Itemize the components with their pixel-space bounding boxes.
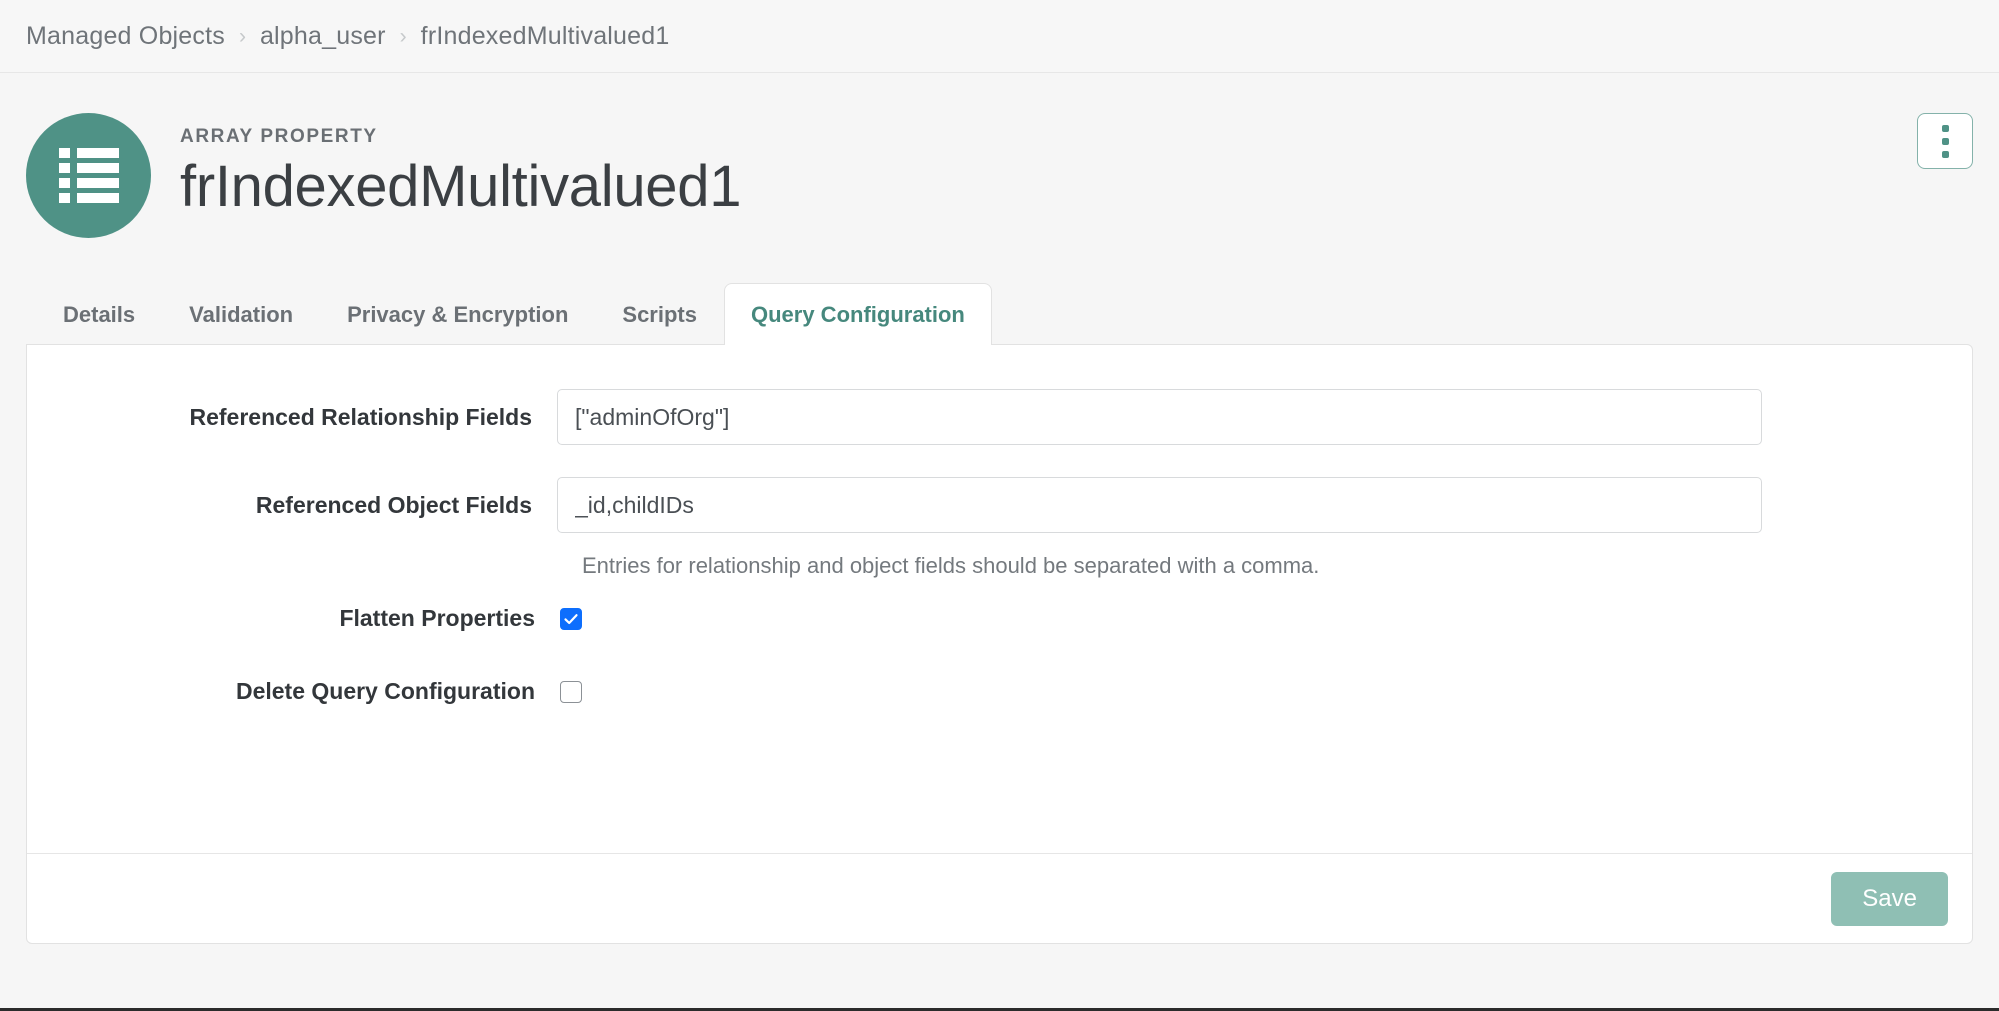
object-type-label: ARRAY PROPERTY <box>180 126 378 147</box>
referenced-object-fields-input[interactable] <box>557 477 1762 533</box>
flatten-properties-checkbox[interactable] <box>560 607 582 630</box>
tab-query-configuration[interactable]: Query Configuration <box>723 283 992 345</box>
kebab-dot <box>1941 124 1949 132</box>
breadcrumb-item-managed-objects[interactable]: Managed Objects <box>26 22 225 51</box>
kebab-dot <box>1941 150 1949 158</box>
flatten-properties-label: Flatten Properties <box>339 605 535 631</box>
delete-query-configuration-checkbox[interactable] <box>560 680 582 703</box>
form-help-text: Entries for relationship and object fiel… <box>582 553 1320 578</box>
object-header: ARRAY PROPERTY frIndexedMultivalued1 <box>26 73 1973 238</box>
field-flatten-properties: Flatten Properties <box>27 605 1972 632</box>
tab-details[interactable]: Details <box>36 283 162 345</box>
tab-scripts[interactable]: Scripts <box>595 283 724 345</box>
checkmark-icon <box>564 613 578 624</box>
field-delete-query-configuration: Delete Query Configuration <box>27 678 1972 705</box>
help-spacer <box>27 553 557 579</box>
breadcrumb-item-current: frIndexedMultivalued1 <box>420 21 670 50</box>
kebab-dot <box>1941 137 1949 145</box>
referenced-relationship-fields-input[interactable] <box>557 389 1762 445</box>
page-content: ARRAY PROPERTY frIndexedMultivalued1 Det… <box>0 73 1999 1011</box>
save-button[interactable]: Save <box>1831 871 1948 926</box>
page-title: frIndexedMultivalued1 <box>180 154 742 219</box>
header-text-block: ARRAY PROPERTY frIndexedMultivalued1 <box>180 113 741 217</box>
kebab-menu-icon <box>1941 124 1949 158</box>
kebab-menu-button[interactable] <box>1917 113 1973 169</box>
breadcrumb-item-alpha-user[interactable]: alpha_user <box>260 22 386 51</box>
field-referenced-object-fields: Referenced Object Fields <box>27 477 1972 533</box>
field-referenced-relationship-fields: Referenced Relationship Fields <box>27 389 1972 445</box>
referenced-object-fields-label: Referenced Object Fields <box>255 491 532 518</box>
card-footer: Save <box>27 853 1972 943</box>
query-configuration-panel: Referenced Relationship Fields Reference… <box>26 344 1973 944</box>
form-help-row: Entries for relationship and object fiel… <box>27 553 1972 579</box>
avatar <box>26 113 151 238</box>
tab-privacy-encryption[interactable]: Privacy & Encryption <box>320 283 595 345</box>
delete-query-configuration-label: Delete Query Configuration <box>235 678 535 704</box>
form: Referenced Relationship Fields Reference… <box>27 345 1972 853</box>
referenced-relationship-fields-label: Referenced Relationship Fields <box>189 403 532 430</box>
tab-bar: Details Validation Privacy & Encryption … <box>26 283 1973 345</box>
list-icon <box>58 147 119 204</box>
breadcrumb: Managed Objects › alpha_user › frIndexed… <box>0 0 1999 73</box>
tab-validation[interactable]: Validation <box>162 283 320 345</box>
breadcrumb-separator-icon: › <box>399 24 407 48</box>
breadcrumb-separator-icon: › <box>238 24 246 48</box>
